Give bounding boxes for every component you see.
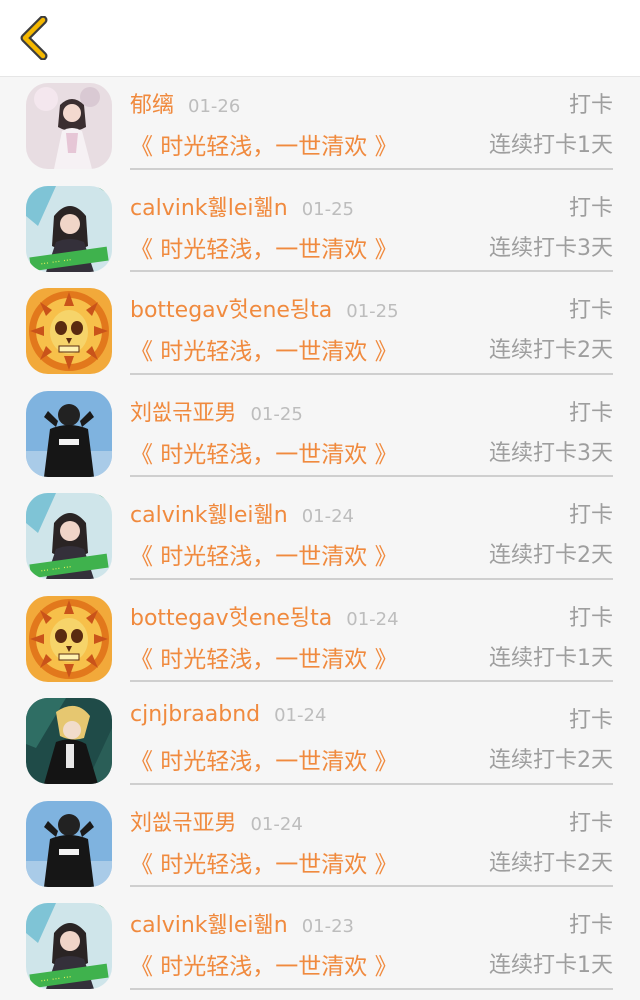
checkin-date: 01-26 xyxy=(188,96,241,117)
row-info: calvink휋lei휆n 01-25 打卡 《 时光轻浅，一世清欢 》 连续打卡… xyxy=(130,180,613,272)
checkin-action-label: 打卡 xyxy=(568,298,613,323)
user-name-text: calvink휋lei휆n xyxy=(130,503,288,528)
checkin-date: 01-25 xyxy=(346,301,399,322)
checkin-row[interactable]: ··· ··· ··· calvink휋lei휆n 01-24 打卡 《 时光轻浅… xyxy=(0,487,640,590)
streak-count: 连续打卡3天 xyxy=(489,440,613,466)
checkin-action-label: 打卡 xyxy=(568,400,613,426)
checkin-row[interactable]: 郁缡 01-26 打卡 《 时光轻浅，一世清欢 》 连续打卡1天 xyxy=(0,77,640,180)
checkin-date: 01-24 xyxy=(301,506,355,527)
avatar[interactable] xyxy=(26,595,112,682)
checkin-date: 01-24 xyxy=(274,705,327,726)
avatar-image xyxy=(26,698,112,784)
checkin-action-label: 打卡 xyxy=(568,810,613,836)
user-name: calvink휋lei휆n 01-25 xyxy=(130,190,354,222)
avatar-image: ··· ··· ··· xyxy=(26,493,112,579)
user-name-text: bottegav헛ene됭ta xyxy=(130,605,333,631)
streak-count: 连续打卡3天 xyxy=(489,235,613,261)
row-info: calvink휋lei휆n 01-23 打卡 《 时光轻浅，一世清欢 》 连续打卡… xyxy=(130,897,613,990)
streak-count: 连续打卡2天 xyxy=(489,748,613,773)
checkin-date: 01-23 xyxy=(301,916,355,937)
back-button[interactable] xyxy=(14,14,54,62)
avatar-image: ··· ··· ··· xyxy=(26,903,112,989)
checkin-row[interactable]: bottegav헛ene됭ta 01-24 打卡 《 时光轻浅，一世清欢 》 连续… xyxy=(0,590,640,693)
user-name-text: cjnjbraabnd xyxy=(130,702,261,727)
avatar-image xyxy=(26,800,112,887)
avatar[interactable]: ··· ··· ··· xyxy=(26,903,112,989)
avatar[interactable] xyxy=(26,83,112,169)
avatar-image xyxy=(26,595,112,682)
checkin-row[interactable]: 刘씞귺亚男 01-24 打卡 《 时光轻浅，一世清欢 》 连续打卡2天 xyxy=(0,795,640,898)
user-name-text: 郁缡 xyxy=(130,93,175,118)
group-name[interactable]: 《 时光轻浅，一世清欢 》 xyxy=(130,640,398,674)
user-name: 刘씞귺亚男 01-25 xyxy=(130,395,303,427)
avatar[interactable] xyxy=(26,698,112,784)
checkin-action-label: 打卡 xyxy=(568,913,613,938)
checkin-row[interactable]: ··· ··· ··· calvink휋lei휆n 01-25 打卡 《 时光轻浅… xyxy=(0,180,640,283)
chevron-left-icon xyxy=(20,16,48,60)
avatar[interactable] xyxy=(26,800,112,887)
group-name[interactable]: 《 时光轻浅，一世清欢 》 xyxy=(130,947,398,981)
row-info: 刘씞귺亚男 01-24 打卡 《 时光轻浅，一世清欢 》 连续打卡2天 xyxy=(130,795,613,887)
checkin-action-label: 打卡 xyxy=(568,503,613,528)
user-name-text: calvink휋lei휆n xyxy=(130,195,288,221)
checkin-date: 01-25 xyxy=(250,403,303,425)
checkin-date: 01-24 xyxy=(250,813,303,835)
checkin-action-label: 打卡 xyxy=(568,605,613,631)
checkin-action-label: 打卡 xyxy=(568,195,613,221)
checkin-date: 01-25 xyxy=(301,198,355,220)
avatar[interactable] xyxy=(26,390,112,477)
checkin-action-label: 打卡 xyxy=(568,708,613,733)
streak-count: 连续打卡1天 xyxy=(489,133,613,158)
row-info: cjnjbraabnd 01-24 打卡 《 时光轻浅，一世清欢 》 连续打卡2天 xyxy=(130,692,613,785)
avatar-image xyxy=(26,83,112,169)
streak-count: 连续打卡2天 xyxy=(489,338,613,363)
checkin-list: 郁缡 01-26 打卡 《 时光轻浅，一世清欢 》 连续打卡1天 ··· ··· … xyxy=(0,77,640,1000)
user-name: calvink휋lei휆n 01-23 xyxy=(130,907,354,939)
user-name: bottegav헛ene됭ta 01-24 xyxy=(130,600,399,632)
avatar-image: ··· ··· ··· xyxy=(26,185,112,272)
checkin-row[interactable]: ··· ··· ··· calvink휋lei휆n 01-23 打卡 《 时光轻浅… xyxy=(0,897,640,1000)
user-name-text: bottegav헛ene됭ta xyxy=(130,298,333,323)
avatar-image xyxy=(26,288,112,374)
avatar[interactable] xyxy=(26,288,112,374)
group-name[interactable]: 《 时光轻浅，一世清欢 》 xyxy=(130,435,398,469)
checkin-row[interactable]: bottegav헛ene됭ta 01-25 打卡 《 时光轻浅，一世清欢 》 连续… xyxy=(0,282,640,385)
streak-count: 连续打卡1天 xyxy=(489,953,613,978)
group-name[interactable]: 《 时光轻浅，一世清欢 》 xyxy=(130,537,398,571)
user-name-text: calvink휋lei휆n xyxy=(130,913,288,938)
group-name[interactable]: 《 时光轻浅，一世清欢 》 xyxy=(130,127,398,161)
user-name: 刘씞귺亚男 01-24 xyxy=(130,805,303,837)
row-info: 郁缡 01-26 打卡 《 时光轻浅，一世清欢 》 连续打卡1天 xyxy=(130,77,613,170)
top-bar xyxy=(0,0,640,77)
streak-count: 连续打卡2天 xyxy=(489,543,613,568)
checkin-row[interactable]: cjnjbraabnd 01-24 打卡 《 时光轻浅，一世清欢 》 连续打卡2天 xyxy=(0,692,640,795)
row-info: 刘씞귺亚男 01-25 打卡 《 时光轻浅，一世清欢 》 连续打卡3天 xyxy=(130,385,613,477)
streak-count: 连续打卡1天 xyxy=(489,645,613,671)
checkin-row[interactable]: 刘씞귺亚男 01-25 打卡 《 时光轻浅，一世清欢 》 连续打卡3天 xyxy=(0,385,640,488)
group-name[interactable]: 《 时光轻浅，一世清欢 》 xyxy=(130,742,398,776)
group-name[interactable]: 《 时光轻浅，一世清欢 》 xyxy=(130,230,398,264)
user-name-text: 刘씞귺亚男 xyxy=(130,810,237,836)
user-name: 郁缡 01-26 xyxy=(130,87,240,119)
group-name[interactable]: 《 时光轻浅，一世清欢 》 xyxy=(130,332,398,366)
checkin-action-label: 打卡 xyxy=(568,93,613,118)
avatar-image xyxy=(26,390,112,477)
streak-count: 连续打卡2天 xyxy=(489,850,613,876)
row-info: bottegav헛ene됭ta 01-25 打卡 《 时光轻浅，一世清欢 》 连续… xyxy=(130,282,613,375)
user-name: cjnjbraabnd 01-24 xyxy=(130,702,326,727)
group-name[interactable]: 《 时光轻浅，一世清欢 》 xyxy=(130,845,398,879)
checkin-date: 01-24 xyxy=(346,608,399,630)
avatar[interactable]: ··· ··· ··· xyxy=(26,493,112,579)
user-name: bottegav헛ene됭ta 01-25 xyxy=(130,292,399,324)
user-name: calvink휋lei휆n 01-24 xyxy=(130,497,354,529)
avatar[interactable]: ··· ··· ··· xyxy=(26,185,112,272)
row-info: calvink휋lei휆n 01-24 打卡 《 时光轻浅，一世清欢 》 连续打卡… xyxy=(130,487,613,580)
user-name-text: 刘씞귺亚男 xyxy=(130,400,237,426)
row-info: bottegav헛ene됭ta 01-24 打卡 《 时光轻浅，一世清欢 》 连续… xyxy=(130,590,613,682)
